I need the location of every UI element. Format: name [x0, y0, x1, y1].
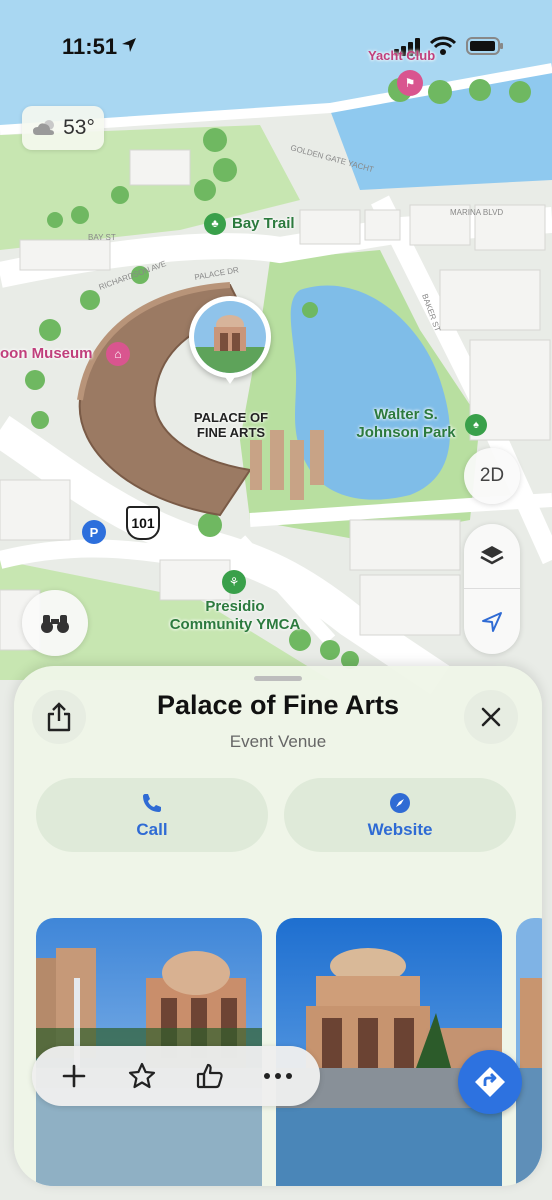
map-label-ymca[interactable]: Presidio Community YMCA	[160, 598, 310, 634]
map-controls-stack	[464, 524, 520, 654]
place-title: Palace of Fine Arts	[156, 690, 400, 720]
binoculars-icon	[41, 615, 69, 633]
highway-number: 101	[131, 515, 155, 531]
more-button[interactable]	[251, 1049, 305, 1103]
favorite-button[interactable]	[115, 1049, 169, 1103]
current-location-button[interactable]	[464, 589, 520, 654]
layers-icon	[480, 546, 504, 565]
palace-photo-partial	[516, 918, 542, 1186]
museum-pin[interactable]: ⌂	[106, 342, 130, 366]
street-label-marina: MARINA BLVD	[450, 208, 503, 217]
weather-temperature: 53°	[63, 116, 95, 139]
add-button[interactable]	[47, 1049, 101, 1103]
place-photo-3[interactable]	[516, 918, 542, 1186]
place-photo-2[interactable]	[276, 918, 502, 1186]
place-card-sheet: Palace of Fine Arts Event Venue Call Web…	[14, 666, 542, 1186]
park-label-line2: Johnson Park	[356, 424, 456, 441]
highway-shield: 101	[126, 506, 160, 540]
weather-badge: 53°	[22, 106, 104, 150]
park-pin[interactable]: ♠	[465, 414, 487, 436]
yacht-club-icon: ⚑	[404, 76, 416, 90]
selected-place-pin[interactable]	[189, 296, 271, 386]
status-bar: 11:51	[0, 30, 552, 64]
thumbs-up-icon	[196, 1063, 223, 1089]
view-mode-2d-button[interactable]: 2D	[464, 448, 520, 504]
ymca-label-line2: Community YMCA	[169, 616, 301, 633]
directions-button[interactable]	[458, 1050, 522, 1114]
map-label-bay-trail[interactable]: Bay Trail	[232, 215, 295, 233]
parking-pin[interactable]: P	[82, 520, 106, 544]
layers-button[interactable]	[464, 524, 520, 589]
parking-icon: P	[89, 524, 99, 540]
map-label-museum[interactable]: oon Museum	[0, 345, 93, 362]
location-services-icon	[122, 38, 136, 52]
street-label-bay: BAY ST	[88, 233, 116, 242]
palace-label-line2: FINE ARTS	[196, 425, 266, 440]
museum-icon: ⌂	[114, 347, 122, 361]
battery-icon	[466, 37, 503, 55]
gym-icon: ⚘	[228, 575, 240, 589]
map-label-yacht-club[interactable]: Yacht Club	[368, 48, 435, 63]
directions-icon	[475, 1067, 505, 1097]
add-icon	[62, 1064, 86, 1088]
yacht-club-pin[interactable]: ⚑	[397, 70, 423, 96]
ymca-pin[interactable]: ⚘	[222, 570, 246, 594]
map-label-palace[interactable]: PALACE OF FINE ARTS	[176, 410, 286, 440]
close-icon	[481, 707, 501, 727]
view-mode-label: 2D	[479, 465, 505, 486]
rate-button[interactable]	[183, 1049, 237, 1103]
place-actions-toolbar	[32, 1046, 320, 1106]
place-category: Event Venue	[229, 732, 327, 751]
status-time: 11:51	[62, 34, 118, 59]
ymca-label-line1: Presidio	[205, 598, 265, 615]
website-button[interactable]: Website	[284, 778, 516, 852]
phone-icon	[143, 793, 161, 812]
map-label-park[interactable]: Walter S. Johnson Park	[350, 406, 462, 442]
tree-icon: ♠	[473, 419, 479, 431]
look-around-button[interactable]	[22, 590, 88, 656]
cloud-sun-icon	[33, 120, 55, 135]
trail-icon: ♣	[211, 218, 219, 230]
sheet-grabber[interactable]	[254, 676, 302, 681]
call-label: Call	[136, 819, 168, 839]
compass-icon	[390, 792, 410, 813]
call-button[interactable]: Call	[36, 778, 268, 852]
more-icon	[264, 1073, 292, 1079]
palace-photo-rotunda	[276, 918, 502, 1186]
close-button[interactable]	[464, 690, 518, 744]
location-arrow-icon	[482, 611, 502, 632]
website-label: Website	[367, 819, 433, 839]
palace-thumbnail-icon	[194, 301, 266, 373]
palace-label-line1: PALACE OF	[193, 410, 269, 425]
park-label-line1: Walter S.	[374, 406, 438, 423]
bay-trail-pin[interactable]: ♣	[204, 213, 226, 235]
star-icon	[128, 1062, 156, 1089]
